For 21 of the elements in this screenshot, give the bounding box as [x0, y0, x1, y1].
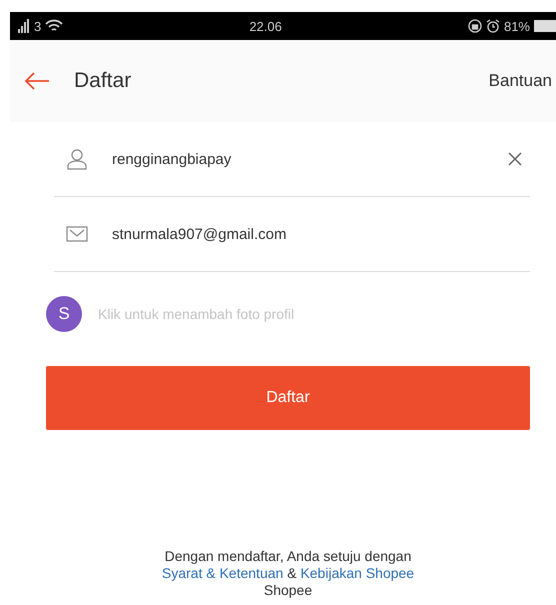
user-input-field[interactable]: rengginangbiapay [112, 150, 500, 168]
battery-icon [534, 20, 556, 32]
avatar[interactable]: S [46, 296, 82, 332]
envelope-icon [66, 225, 88, 243]
clock-time: 22.06 [249, 18, 282, 34]
terms-notice: Dengan mendaftar, Anda setuju dengan Syarat & Ketentuan & Kebijakan Shopee Shopee [160, 548, 416, 599]
register-button[interactable]: Daftar [46, 366, 530, 430]
back-button[interactable] [24, 72, 50, 90]
alarm-icon [486, 19, 500, 33]
signal-icon [18, 19, 30, 33]
battery-percent: 81% [504, 18, 530, 34]
terms-link[interactable]: Syarat & Ketentuan [162, 565, 284, 581]
page-title: Daftar [74, 69, 132, 93]
back-arrow-icon [24, 72, 50, 90]
user-icon [66, 148, 88, 170]
help-link[interactable]: Bantuan [488, 71, 556, 91]
email-input-field[interactable]: stnurmala907@gmail.com [112, 226, 530, 242]
privacy-policy-link[interactable]: Kebijakan Shopee [300, 565, 414, 581]
close-icon [508, 152, 522, 166]
wifi-icon [45, 19, 64, 33]
network-label: 3 [34, 18, 42, 34]
